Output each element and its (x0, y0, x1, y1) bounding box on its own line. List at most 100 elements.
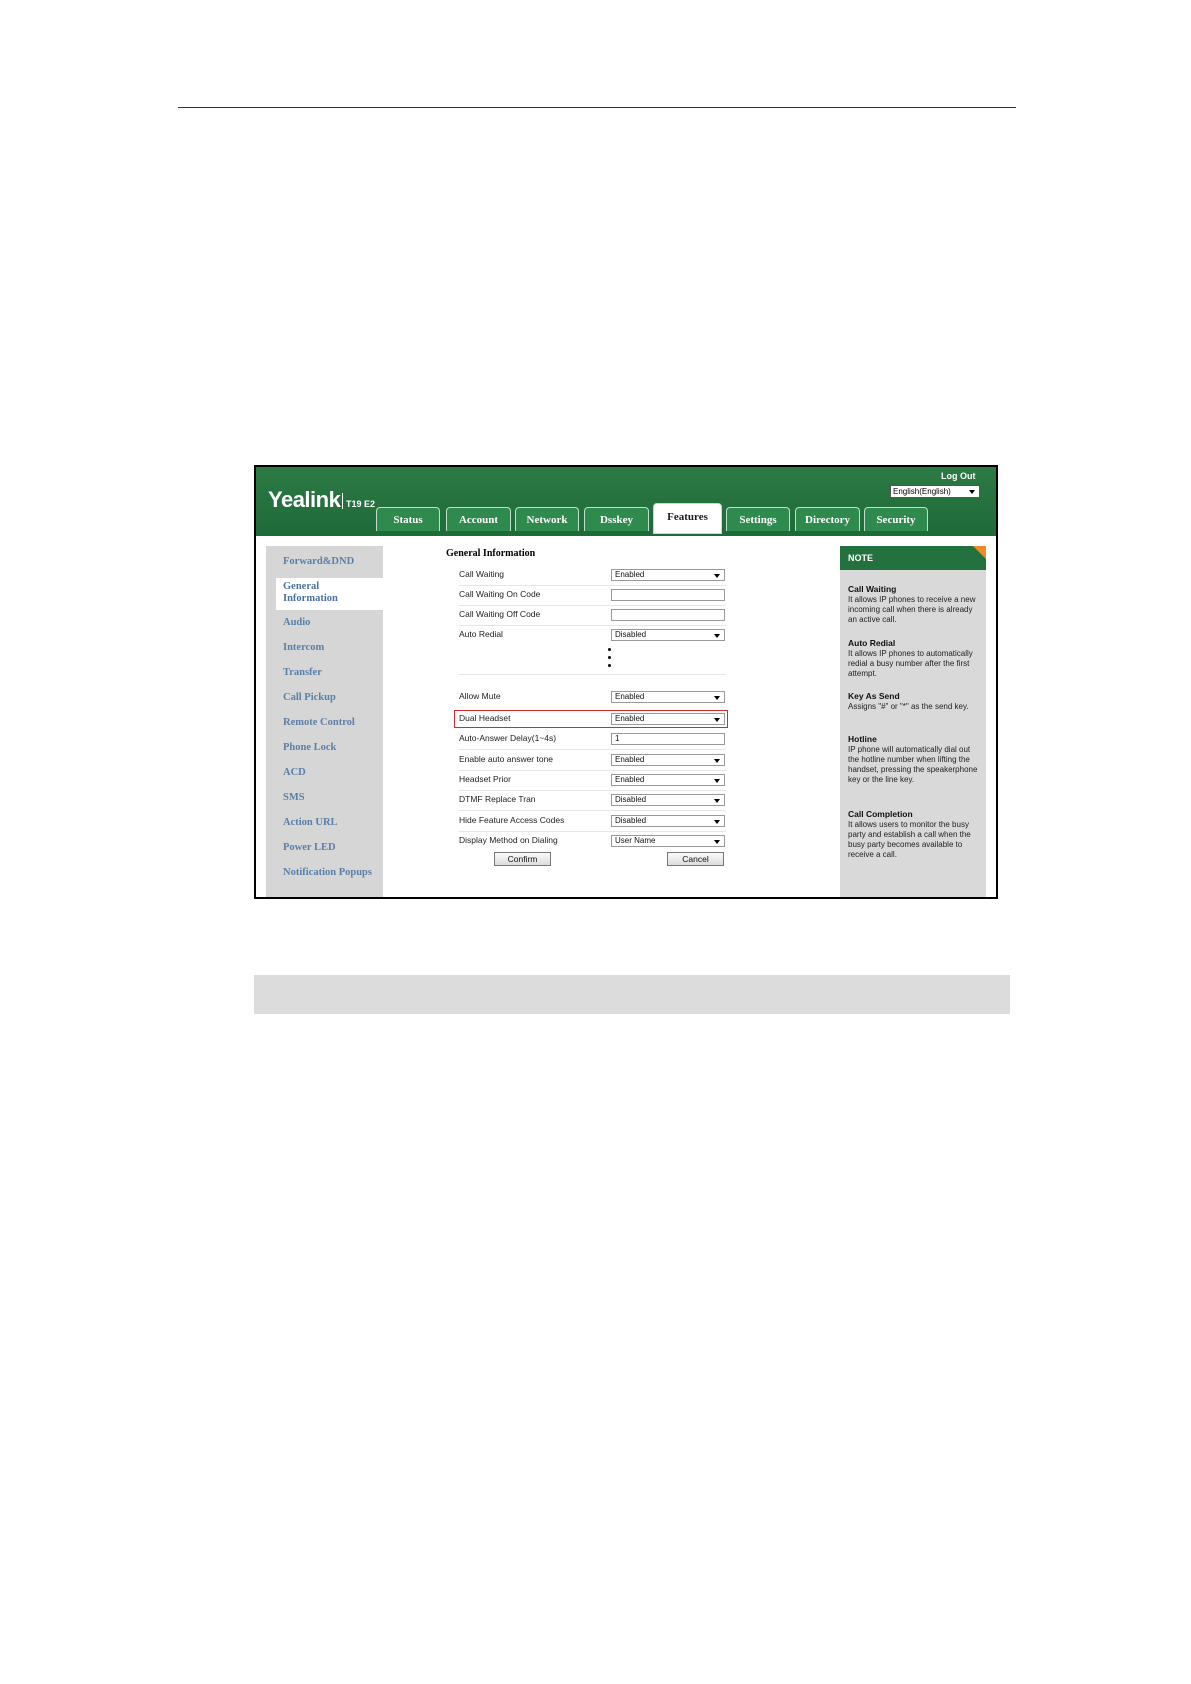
dual-headset-select[interactable]: Enabled (611, 713, 725, 725)
select-value: Enabled (615, 755, 645, 764)
row-label-allow-mute: Allow Mute (459, 691, 501, 701)
sidebar-item-forward-dnd[interactable]: Forward&DND (283, 556, 354, 568)
row-divider (459, 810, 726, 811)
logo-separator (342, 493, 343, 509)
row-label-dual-headset: Dual Headset (459, 713, 511, 723)
tab-security[interactable]: Security (864, 507, 928, 531)
chevron-down-icon (714, 696, 720, 700)
row-divider (459, 770, 726, 771)
note-title-call-completion: Call Completion (848, 809, 913, 819)
sidebar-item-notification-popups[interactable]: Notification Popups (283, 867, 372, 879)
ellipsis-dot (608, 648, 611, 651)
row-label-auto-redial: Auto Redial (459, 629, 503, 639)
auto-answer-delay-input[interactable]: 1 (611, 733, 725, 745)
hide-feature-access-codes-select[interactable]: Disabled (611, 815, 725, 827)
sidebar-item-acd[interactable]: ACD (283, 767, 306, 779)
sidebar-item-general-information[interactable]: General Information (283, 581, 358, 605)
select-value: Disabled (615, 816, 647, 825)
section-title: General Information (446, 548, 536, 559)
row-label-auto-answer-tone: Enable auto answer tone (459, 754, 554, 764)
note-header: NOTE (840, 546, 986, 570)
call-waiting-on-code-input[interactable] (611, 589, 725, 601)
row-divider (459, 605, 726, 606)
select-value: Enabled (615, 692, 645, 701)
note-corner-fold (973, 546, 986, 559)
header-bar: Yealink T19 E2 Log Out English(English) … (256, 467, 996, 534)
tab-status[interactable]: Status (376, 507, 440, 531)
sidebar-item-remote-control[interactable]: Remote Control (283, 717, 355, 729)
call-waiting-off-code-input[interactable] (611, 609, 725, 621)
select-value: Disabled (615, 795, 647, 804)
model-label: T19 E2 (346, 499, 376, 509)
row-divider (459, 625, 726, 626)
note-body-key-as-send: Assigns "#" or "*" as the send key. (848, 702, 969, 711)
sidebar-item-transfer[interactable]: Transfer (283, 667, 322, 679)
row-label-hide-feature-access-codes: Hide Feature Access Codes (459, 815, 565, 825)
sidebar-item-phone-lock[interactable]: Phone Lock (283, 742, 336, 754)
yealink-logo: Yealink (268, 487, 341, 512)
call-waiting-select[interactable]: Enabled (611, 569, 725, 581)
note-body-call-completion: It allows users to monitor the busy part… (848, 820, 971, 859)
row-divider (459, 674, 726, 675)
logout-link[interactable]: Log Out (941, 471, 976, 481)
sidebar-item-action-url[interactable]: Action URL (283, 817, 338, 829)
tab-account[interactable]: Account (446, 507, 511, 531)
chevron-down-icon (714, 820, 720, 824)
select-value: Enabled (615, 775, 645, 784)
content-area: Forward&DND General Information Audio In… (256, 534, 996, 897)
allow-mute-select[interactable]: Enabled (611, 691, 725, 703)
select-value: Enabled (615, 714, 645, 723)
chevron-down-icon (969, 490, 975, 494)
select-value: Disabled (615, 630, 647, 639)
row-label-call-waiting-on-code: Call Waiting On Code (459, 589, 541, 599)
sidebar-item-power-led[interactable]: Power LED (283, 842, 336, 854)
note-title-auto-redial: Auto Redial (848, 638, 896, 648)
chevron-down-icon (714, 799, 720, 803)
language-select[interactable]: English(English) (890, 485, 980, 498)
tab-settings[interactable]: Settings (726, 507, 790, 531)
tab-features[interactable]: Features (653, 503, 722, 534)
sidebar-item-audio[interactable]: Audio (283, 617, 310, 629)
note-body-hotline: IP phone will automatically dial out the… (848, 745, 978, 784)
note-body-auto-redial: It allows IP phones to automatically red… (848, 649, 973, 678)
sidebar: Forward&DND General Information Audio In… (266, 546, 383, 897)
row-label-headset-prior: Headset Prior (459, 774, 511, 784)
select-value: User Name (615, 836, 656, 845)
tab-dsskey[interactable]: Dsskey (584, 507, 649, 531)
sidebar-item-intercom[interactable]: Intercom (283, 642, 324, 654)
chevron-down-icon (714, 779, 720, 783)
chevron-down-icon (714, 634, 720, 638)
sidebar-item-call-pickup[interactable]: Call Pickup (283, 692, 336, 704)
row-label-display-method-on-dialing: Display Method on Dialing (459, 835, 558, 845)
auto-redial-select[interactable]: Disabled (611, 629, 725, 641)
chevron-down-icon (714, 718, 720, 722)
chevron-down-icon (714, 840, 720, 844)
sidebar-item-sms[interactable]: SMS (283, 792, 305, 804)
row-label-dtmf-replace-tran: DTMF Replace Tran (459, 794, 536, 804)
chevron-down-icon (714, 759, 720, 763)
chevron-down-icon (714, 574, 720, 578)
row-label-call-waiting: Call Waiting (459, 569, 505, 579)
row-divider (459, 831, 726, 832)
page-header-rule (178, 107, 1016, 108)
cancel-button[interactable]: Cancel (667, 852, 724, 866)
note-body-call-waiting: It allows IP phones to receive a new inc… (848, 595, 976, 624)
row-label-call-waiting-off-code: Call Waiting Off Code (459, 609, 541, 619)
headset-prior-select[interactable]: Enabled (611, 774, 725, 786)
ellipsis-dot (608, 664, 611, 667)
language-value: English(English) (893, 487, 951, 496)
tab-directory[interactable]: Directory (795, 507, 860, 531)
row-divider (459, 585, 726, 586)
tab-network[interactable]: Network (515, 507, 579, 531)
note-title-hotline: Hotline (848, 734, 877, 744)
row-divider (459, 749, 726, 750)
auto-answer-tone-select[interactable]: Enabled (611, 754, 725, 766)
web-ui-screenshot: Yealink T19 E2 Log Out English(English) … (254, 465, 998, 899)
row-label-auto-answer-delay: Auto-Answer Delay(1~4s) (459, 733, 557, 743)
table-header-bar (254, 975, 1010, 1014)
display-method-on-dialing-select[interactable]: User Name (611, 835, 725, 847)
confirm-button[interactable]: Confirm (494, 852, 551, 866)
row-divider (459, 790, 726, 791)
dtmf-replace-tran-select[interactable]: Disabled (611, 794, 725, 806)
ellipsis-dot (608, 656, 611, 659)
